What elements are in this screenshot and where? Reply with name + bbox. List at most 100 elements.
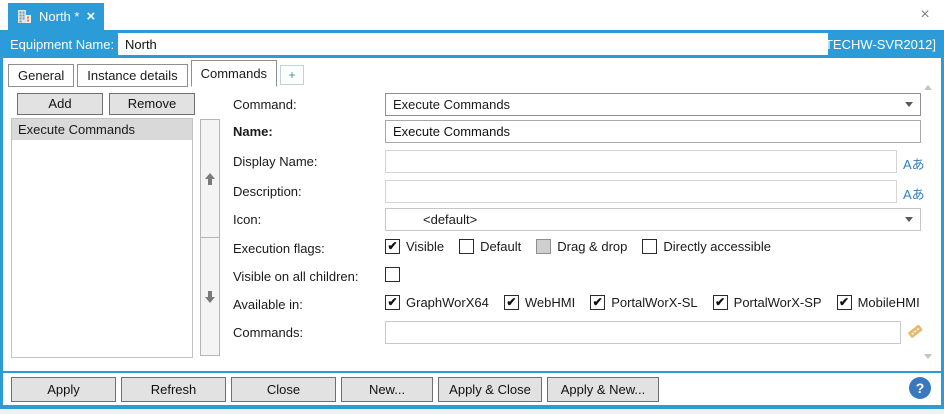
checkbox-box[interactable]	[459, 239, 474, 254]
execution-flags-group: ✔ Visible Default Drag & drop Directly a…	[385, 239, 786, 254]
apply-and-close-button[interactable]: Apply & Close	[438, 377, 542, 402]
document-tab-title: North *	[39, 9, 79, 24]
up-arrow-icon	[204, 172, 216, 186]
reorder-strip	[200, 119, 220, 357]
apply-and-new-button[interactable]: Apply & New...	[547, 377, 659, 402]
equipment-building-icon	[17, 9, 32, 24]
checkbox-label: PortalWorX-SP	[734, 295, 822, 310]
icon-value: <default>	[393, 212, 477, 227]
command-label: Command:	[233, 97, 297, 112]
checkbox-box[interactable]: ✔	[385, 295, 400, 310]
checkbox-drag-drop[interactable]: Drag & drop	[536, 239, 627, 254]
checkbox-box[interactable]: ✔	[713, 295, 728, 310]
checkbox-visible-on-all-children[interactable]	[385, 267, 400, 282]
remove-button[interactable]: Remove	[109, 93, 195, 115]
checkbox-mobilehmi[interactable]: ✔ MobileHMI	[837, 295, 920, 310]
checkbox-label: Directly accessible	[663, 239, 771, 254]
outside-window-strip	[0, 409, 944, 414]
description-label: Description:	[233, 184, 302, 199]
document-tab-north[interactable]: North * ×	[8, 3, 104, 30]
footer-button-bar: Apply Refresh Close New... Apply & Close…	[0, 371, 944, 405]
description-field-wrap	[385, 180, 897, 203]
commands-label: Commands:	[233, 325, 303, 340]
tab-add-plus[interactable]: +	[280, 65, 304, 85]
icon-label: Icon:	[233, 212, 261, 227]
name-input[interactable]	[393, 121, 913, 142]
description-input[interactable]	[393, 181, 889, 202]
display-name-label: Display Name:	[233, 154, 318, 169]
tab-commands[interactable]: Commands	[191, 60, 277, 87]
move-up-button[interactable]	[200, 119, 220, 238]
checkbox-label: MobileHMI	[858, 295, 920, 310]
name-field-wrap	[385, 120, 921, 143]
checkmark-icon: ✔	[387, 296, 397, 308]
apply-button[interactable]: Apply	[11, 377, 116, 402]
document-tab-bar: North * × ×	[0, 0, 944, 30]
commands-field-wrap	[385, 321, 901, 344]
dropdown-arrow-icon	[905, 217, 913, 222]
checkbox-label: WebHMI	[525, 295, 575, 310]
checkbox-portalworx-sl[interactable]: ✔ PortalWorX-SL	[590, 295, 697, 310]
checkbox-label: Drag & drop	[557, 239, 627, 254]
visible-on-all-children-label: Visible on all children:	[233, 269, 359, 284]
move-down-button[interactable]	[200, 237, 220, 356]
checkbox-box[interactable]: ✔	[504, 295, 519, 310]
checkbox-graphworx64[interactable]: ✔ GraphWorX64	[385, 295, 489, 310]
tab-general[interactable]: General	[8, 64, 74, 87]
checkbox-label: PortalWorX-SL	[611, 295, 697, 310]
list-item-execute-commands[interactable]: Execute Commands	[12, 119, 192, 140]
localize-icon[interactable]: Aあ	[903, 154, 925, 173]
tab-instance-details[interactable]: Instance details	[77, 64, 187, 87]
visible-on-all-children-group	[385, 267, 415, 282]
equipment-name-bar: Equipment Name: [TECHW-SVR2012]	[0, 30, 944, 58]
down-arrow-icon	[204, 290, 216, 304]
add-button[interactable]: Add	[17, 93, 103, 115]
localize-icon[interactable]: Aあ	[903, 184, 925, 203]
checkbox-box[interactable]	[385, 267, 400, 282]
checkbox-box[interactable]: ✔	[837, 295, 852, 310]
name-label: Name:	[233, 124, 273, 139]
display-name-input[interactable]	[393, 151, 889, 172]
checkbox-visible[interactable]: ✔ Visible	[385, 239, 444, 254]
checkbox-box[interactable]	[642, 239, 657, 254]
equipment-editor-window: North * × × Equipment Name: [TECHW-SVR20…	[0, 0, 944, 414]
checkbox-label: GraphWorX64	[406, 295, 489, 310]
checkmark-icon: ✔	[839, 296, 849, 308]
close-button[interactable]: Close	[231, 377, 336, 402]
document-tab-close-icon[interactable]: ×	[86, 9, 95, 24]
checkbox-webhmi[interactable]: ✔ WebHMI	[504, 295, 575, 310]
command-value: Execute Commands	[393, 97, 510, 112]
window-close-icon[interactable]: ×	[914, 5, 936, 25]
server-name-label: [TECHW-SVR2012]	[821, 37, 936, 52]
checkbox-box[interactable]	[536, 239, 551, 254]
equipment-name-label: Equipment Name:	[0, 37, 114, 52]
checkmark-icon: ✔	[387, 240, 397, 252]
scroll-down-icon[interactable]	[924, 354, 932, 359]
help-button[interactable]: ?	[909, 377, 931, 399]
checkmark-icon: ✔	[593, 296, 603, 308]
icon-dropdown[interactable]: <default>	[385, 208, 921, 231]
checkbox-default[interactable]: Default	[459, 239, 521, 254]
checkbox-portalworx-sp[interactable]: ✔ PortalWorX-SP	[713, 295, 822, 310]
checkbox-label: Visible	[406, 239, 444, 254]
dropdown-arrow-icon	[905, 102, 913, 107]
equipment-name-input[interactable]	[118, 33, 828, 55]
refresh-button[interactable]: Refresh	[121, 377, 226, 402]
command-dropdown[interactable]: Execute Commands	[385, 93, 921, 116]
commands-input[interactable]	[393, 322, 893, 343]
checkbox-box[interactable]: ✔	[590, 295, 605, 310]
available-in-group: ✔ GraphWorX64 ✔ WebHMI ✔ PortalWorX-SL ✔…	[385, 295, 935, 310]
tab-content-area: General Instance details Commands + Add …	[0, 58, 944, 371]
display-name-field-wrap	[385, 150, 897, 173]
property-tabs: General Instance details Commands +	[8, 60, 304, 87]
commands-listbox[interactable]: Execute Commands	[11, 118, 193, 358]
new-button[interactable]: New...	[341, 377, 433, 402]
scroll-up-icon[interactable]	[924, 85, 932, 90]
checkbox-box[interactable]: ✔	[385, 239, 400, 254]
tag-icon[interactable]	[906, 322, 924, 340]
checkbox-label: Default	[480, 239, 521, 254]
execution-flags-label: Execution flags:	[233, 241, 325, 256]
checkbox-directly-accessible[interactable]: Directly accessible	[642, 239, 771, 254]
available-in-label: Available in:	[233, 297, 303, 312]
checkmark-icon: ✔	[715, 296, 725, 308]
